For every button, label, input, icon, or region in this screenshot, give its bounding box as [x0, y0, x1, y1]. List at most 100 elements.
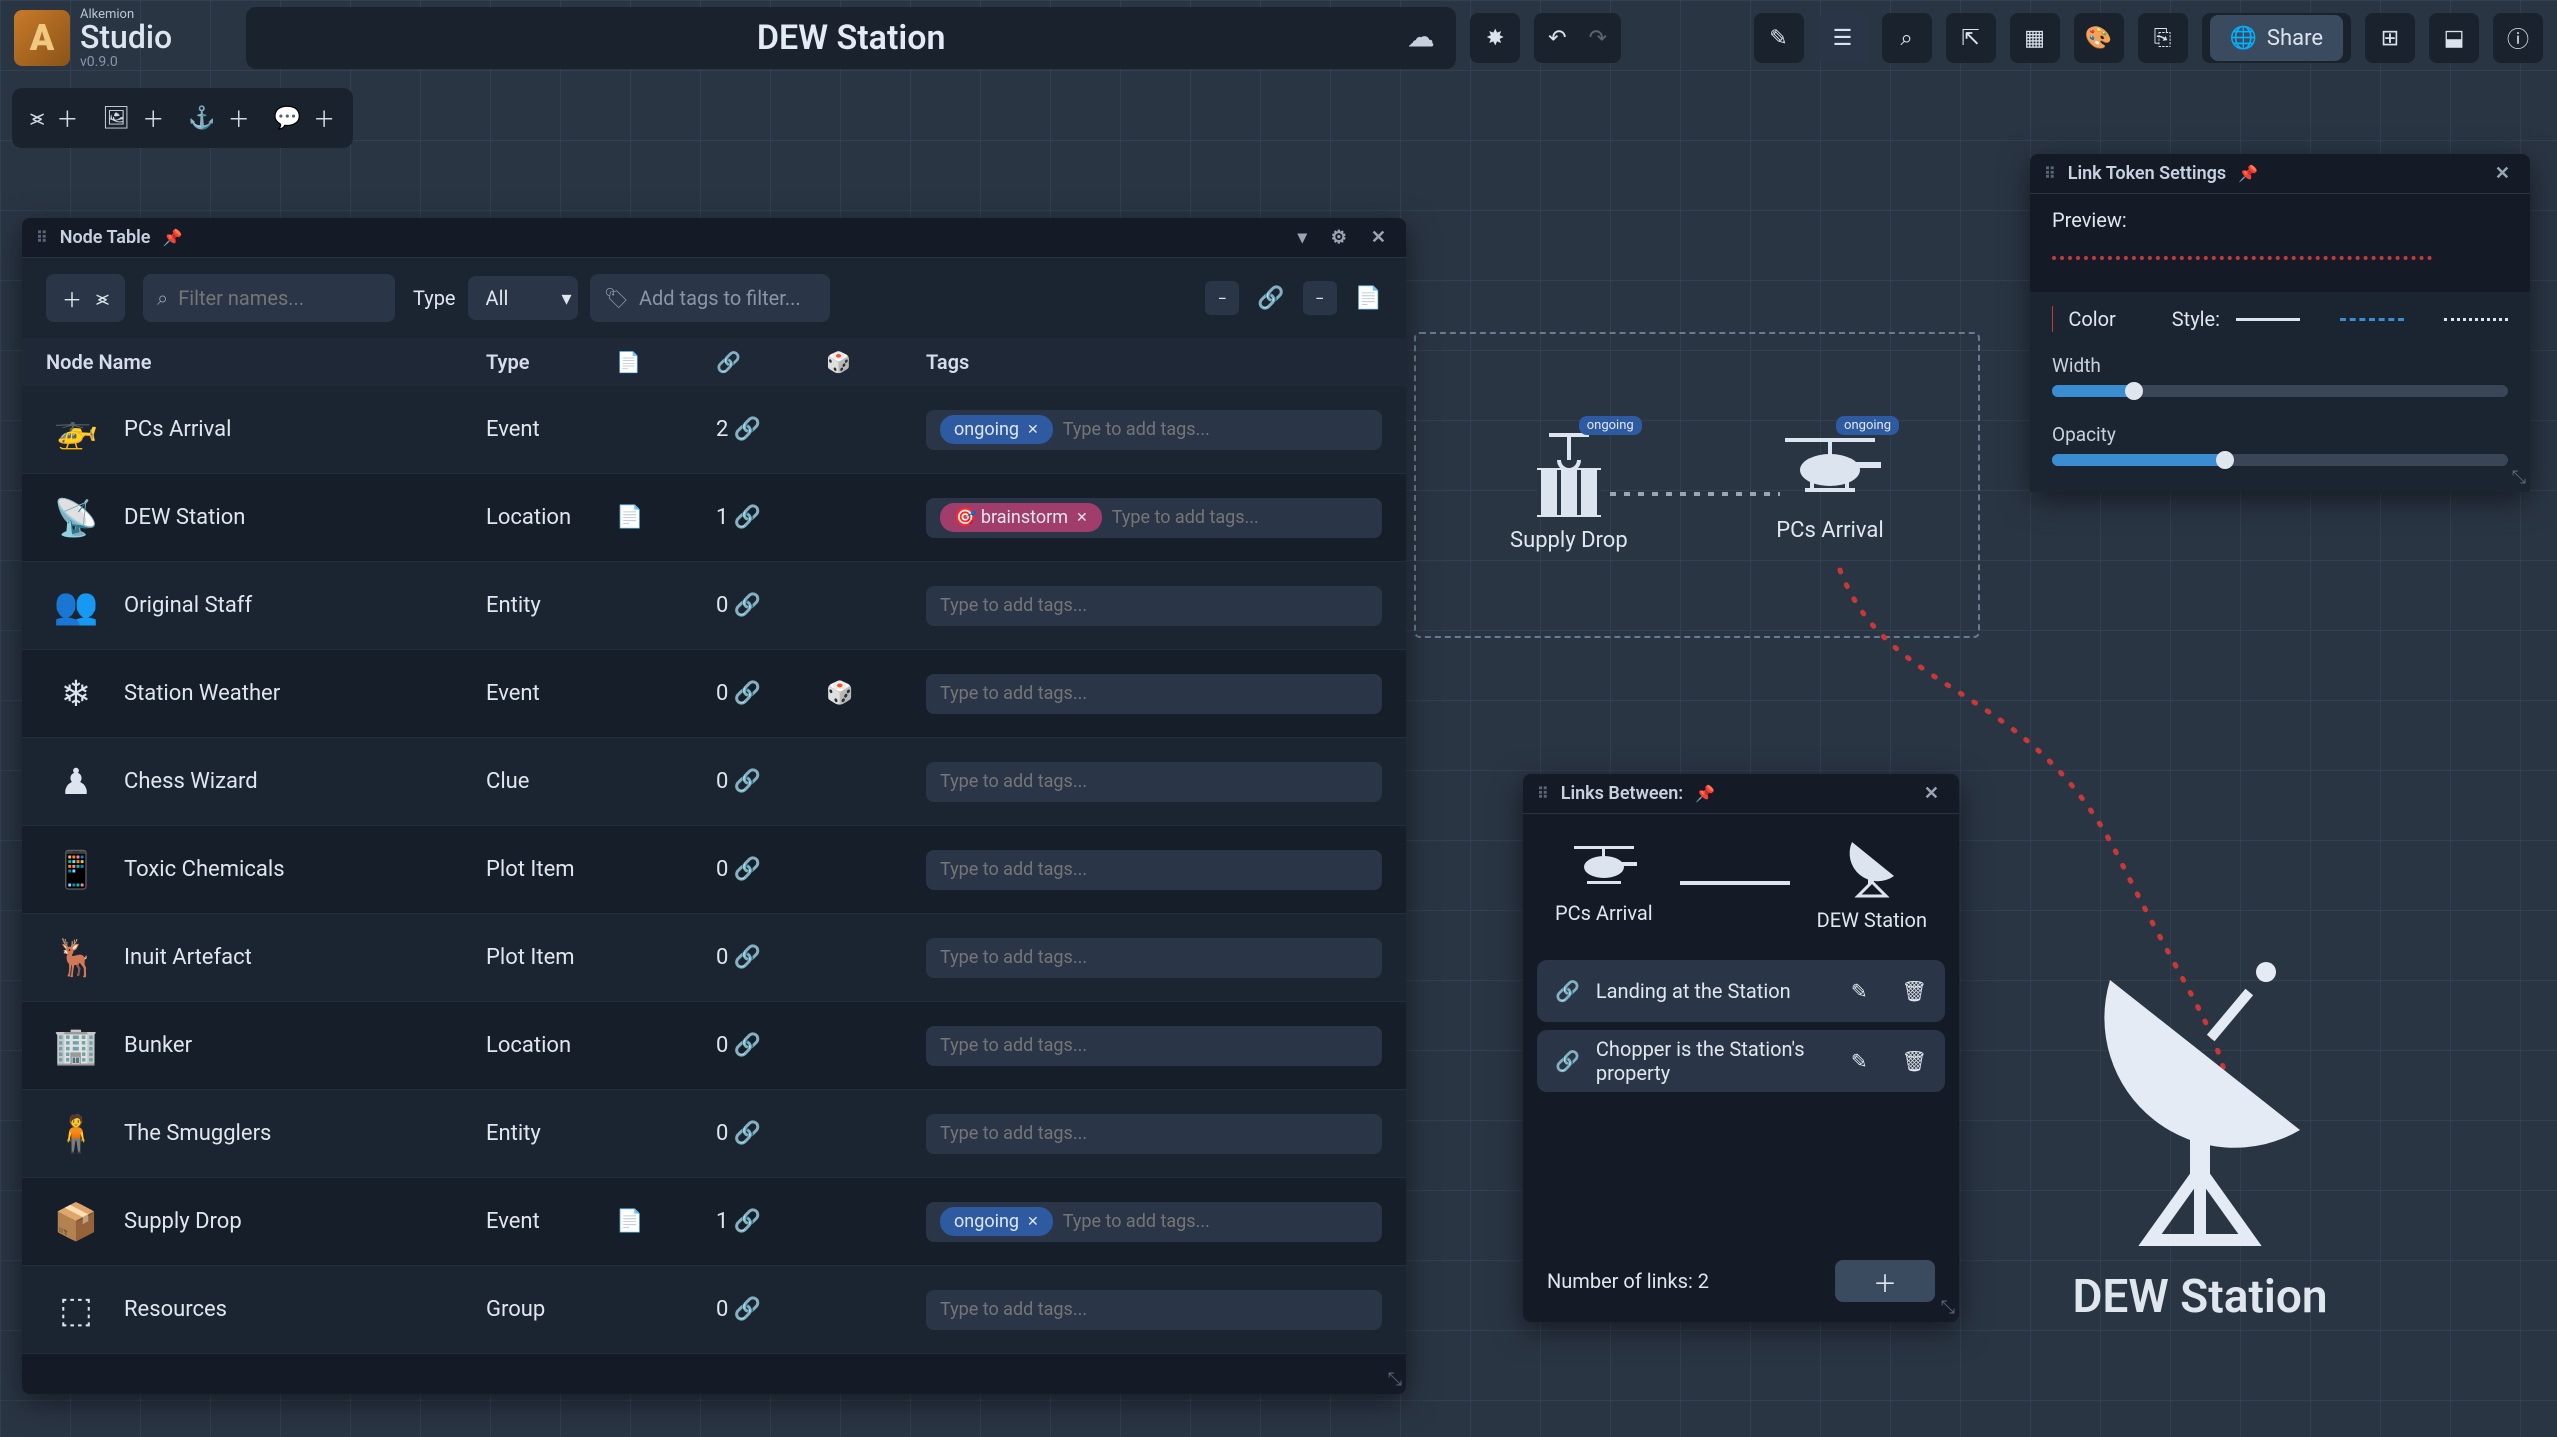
remove-tag-icon[interactable]: ✕ [1027, 422, 1039, 438]
canvas-big-node[interactable]: DEW Station [2050, 940, 2350, 1324]
remove-tag-icon[interactable]: ✕ [1027, 1214, 1039, 1230]
project-title[interactable]: DEW Station ☁ [246, 7, 1456, 69]
close-icon[interactable]: ✕ [1365, 227, 1392, 248]
resize-handle-icon[interactable]: ⤡ [1941, 1297, 1955, 1318]
link-item[interactable]: 🔗Chopper is the Station's property✎🗑 [1537, 1030, 1945, 1092]
row-links[interactable]: 1 🔗 [716, 505, 826, 530]
settings-panel-header[interactable]: ⠿ Link Token Settings 📌 ✕ [2030, 154, 2530, 194]
table-row[interactable]: ❄Station Weather Event 0 🔗 🎲 [22, 650, 1406, 738]
row-tag-input[interactable]: ongoing✕ [926, 1202, 1382, 1242]
collapse-links-button[interactable]: − [1205, 281, 1239, 315]
drag-grip-icon[interactable]: ⠿ [1537, 784, 1549, 803]
tag-chip[interactable]: ongoing✕ [940, 1207, 1053, 1236]
node-table-body[interactable]: 🚁PCs Arrival Event 2 🔗 ongoing✕ 📡DEW Sta… [22, 386, 1406, 1394]
row-tag-input[interactable] [926, 586, 1382, 626]
add-node-button[interactable]: ⪤＋ [30, 102, 78, 134]
drag-grip-icon[interactable]: ⠿ [36, 228, 48, 247]
row-tag-input[interactable] [926, 1026, 1382, 1066]
drag-grip-icon[interactable]: ⠿ [2044, 164, 2056, 183]
pin-icon[interactable]: 📌 [1695, 784, 1715, 803]
column-tags[interactable]: Tags [926, 350, 1382, 374]
tag-input-field[interactable] [940, 1035, 1368, 1056]
name-filter-input[interactable]: ⌕ [143, 274, 395, 322]
row-dice[interactable]: 🎲 [826, 681, 926, 706]
link-node-a[interactable]: PCs Arrival [1555, 841, 1653, 925]
table-row[interactable]: 🧍The Smugglers Entity 0 🔗 [22, 1090, 1406, 1178]
table-row[interactable]: 👥Original Staff Entity 0 🔗 [22, 562, 1406, 650]
tag-input-field[interactable] [1112, 507, 1368, 528]
app-logo[interactable]: Alkemion Studio v0.9.0 [14, 8, 172, 69]
column-link-icon[interactable]: 🔗 [716, 350, 826, 374]
tag-chip[interactable]: 🎯 brainstorm✕ [940, 503, 1102, 532]
row-tag-input[interactable] [926, 938, 1382, 978]
add-anchor-button[interactable]: ⚓＋ [188, 102, 249, 134]
style-dashed[interactable] [2340, 318, 2404, 321]
width-slider[interactable] [2052, 385, 2508, 397]
tag-input-field[interactable] [940, 595, 1368, 616]
palette-icon[interactable]: 🎨 [2074, 13, 2124, 63]
close-icon[interactable]: ✕ [1918, 783, 1945, 804]
row-tag-input[interactable] [926, 850, 1382, 890]
delete-icon[interactable]: 🗑 [1902, 1049, 1927, 1073]
row-tag-input[interactable]: 🎯 brainstorm✕ [926, 498, 1382, 538]
row-links[interactable]: 0 🔗 [716, 593, 826, 618]
opacity-slider[interactable] [2052, 454, 2508, 466]
add-image-button[interactable]: 🖼＋ [102, 102, 164, 134]
row-links[interactable]: 1 🔗 [716, 1209, 826, 1234]
row-links[interactable]: 0 🔗 [716, 1297, 826, 1322]
row-tag-input[interactable] [926, 762, 1382, 802]
table-row[interactable]: ⬚Resources Group 0 🔗 [22, 1266, 1406, 1354]
links-panel-header[interactable]: ⠿ Links Between: 📌 ✕ [1523, 774, 1959, 814]
tag-input-field[interactable] [940, 683, 1368, 704]
resize-handle-icon[interactable]: ⤡ [1388, 1369, 1402, 1390]
search-icon[interactable]: ⌕ [1882, 13, 1932, 63]
add-link-button[interactable]: ＋ [1835, 1260, 1935, 1302]
save-icon[interactable]: ⎘ [2138, 13, 2188, 63]
table-row[interactable]: 🏢Bunker Location 0 🔗 [22, 1002, 1406, 1090]
cloud-sync-icon[interactable]: ☁ [1408, 23, 1434, 53]
row-links[interactable]: 0 🔗 [716, 945, 826, 970]
add-multi-button[interactable]: ＋⪤ [46, 274, 125, 322]
tag-input-field[interactable] [1063, 419, 1368, 440]
edit-icon[interactable]: ✎ [1851, 979, 1868, 1003]
type-filter-select[interactable]: All [468, 276, 578, 320]
name-filter-field[interactable] [178, 286, 432, 310]
edit-icon[interactable]: ✎ [1851, 1049, 1868, 1073]
node-table-header[interactable]: ⠿ Node Table 📌 ▾ ⚙ ✕ [22, 218, 1406, 258]
debug-icon[interactable]: ✸ [1470, 13, 1520, 63]
table-row[interactable]: 📡DEW Station Location 📄 1 🔗 🎯 brainstorm… [22, 474, 1406, 562]
delete-icon[interactable]: 🗑 [1902, 979, 1927, 1003]
pin-icon[interactable]: 📌 [2238, 164, 2258, 183]
dashed-link[interactable] [1610, 490, 1780, 498]
redo-icon[interactable]: ↷ [1589, 26, 1607, 51]
export-icon[interactable]: ⇱ [1946, 13, 1996, 63]
row-links[interactable]: 0 🔗 [716, 1033, 826, 1058]
row-tag-input[interactable] [926, 1114, 1382, 1154]
row-tag-input[interactable]: ongoing✕ [926, 410, 1382, 450]
row-tag-input[interactable] [926, 1290, 1382, 1330]
table-row[interactable]: ♟Chess Wizard Clue 0 🔗 [22, 738, 1406, 826]
tag-input-field[interactable] [940, 771, 1368, 792]
table-row[interactable]: 📦Supply Drop Event 📄 1 🔗 ongoing✕ [22, 1178, 1406, 1266]
grid-icon[interactable]: ▦ [2010, 13, 2060, 63]
download-icon[interactable]: ⬓ [2429, 13, 2479, 63]
column-dice-icon[interactable]: 🎲 [826, 350, 926, 374]
row-links[interactable]: 0 🔗 [716, 857, 826, 882]
close-icon[interactable]: ✕ [2489, 163, 2516, 184]
list-view-icon[interactable]: ☰ [1818, 13, 1868, 63]
row-links[interactable]: 0 🔗 [716, 1121, 826, 1146]
tag-input-field[interactable] [1063, 1211, 1368, 1232]
style-dotted[interactable] [2444, 318, 2508, 321]
layout-icon[interactable]: ⊞ [2365, 13, 2415, 63]
row-file[interactable]: 📄 [616, 505, 716, 530]
row-links[interactable]: 0 🔗 [716, 681, 826, 706]
collapse-files-button[interactable]: − [1303, 281, 1337, 315]
table-row[interactable]: 🚁PCs Arrival Event 2 🔗 ongoing✕ [22, 386, 1406, 474]
row-file[interactable]: 📄 [616, 1209, 716, 1234]
column-file-icon[interactable]: 📄 [616, 350, 716, 374]
column-name[interactable]: Node Name [46, 350, 486, 374]
edit-mode-icon[interactable]: ✎ [1754, 13, 1804, 63]
canvas-token-pcs-arrival[interactable]: ongoing PCs Arrival [1775, 430, 1885, 543]
tag-chip[interactable]: ongoing✕ [940, 415, 1053, 444]
link-item[interactable]: 🔗Landing at the Station✎🗑 [1537, 960, 1945, 1022]
